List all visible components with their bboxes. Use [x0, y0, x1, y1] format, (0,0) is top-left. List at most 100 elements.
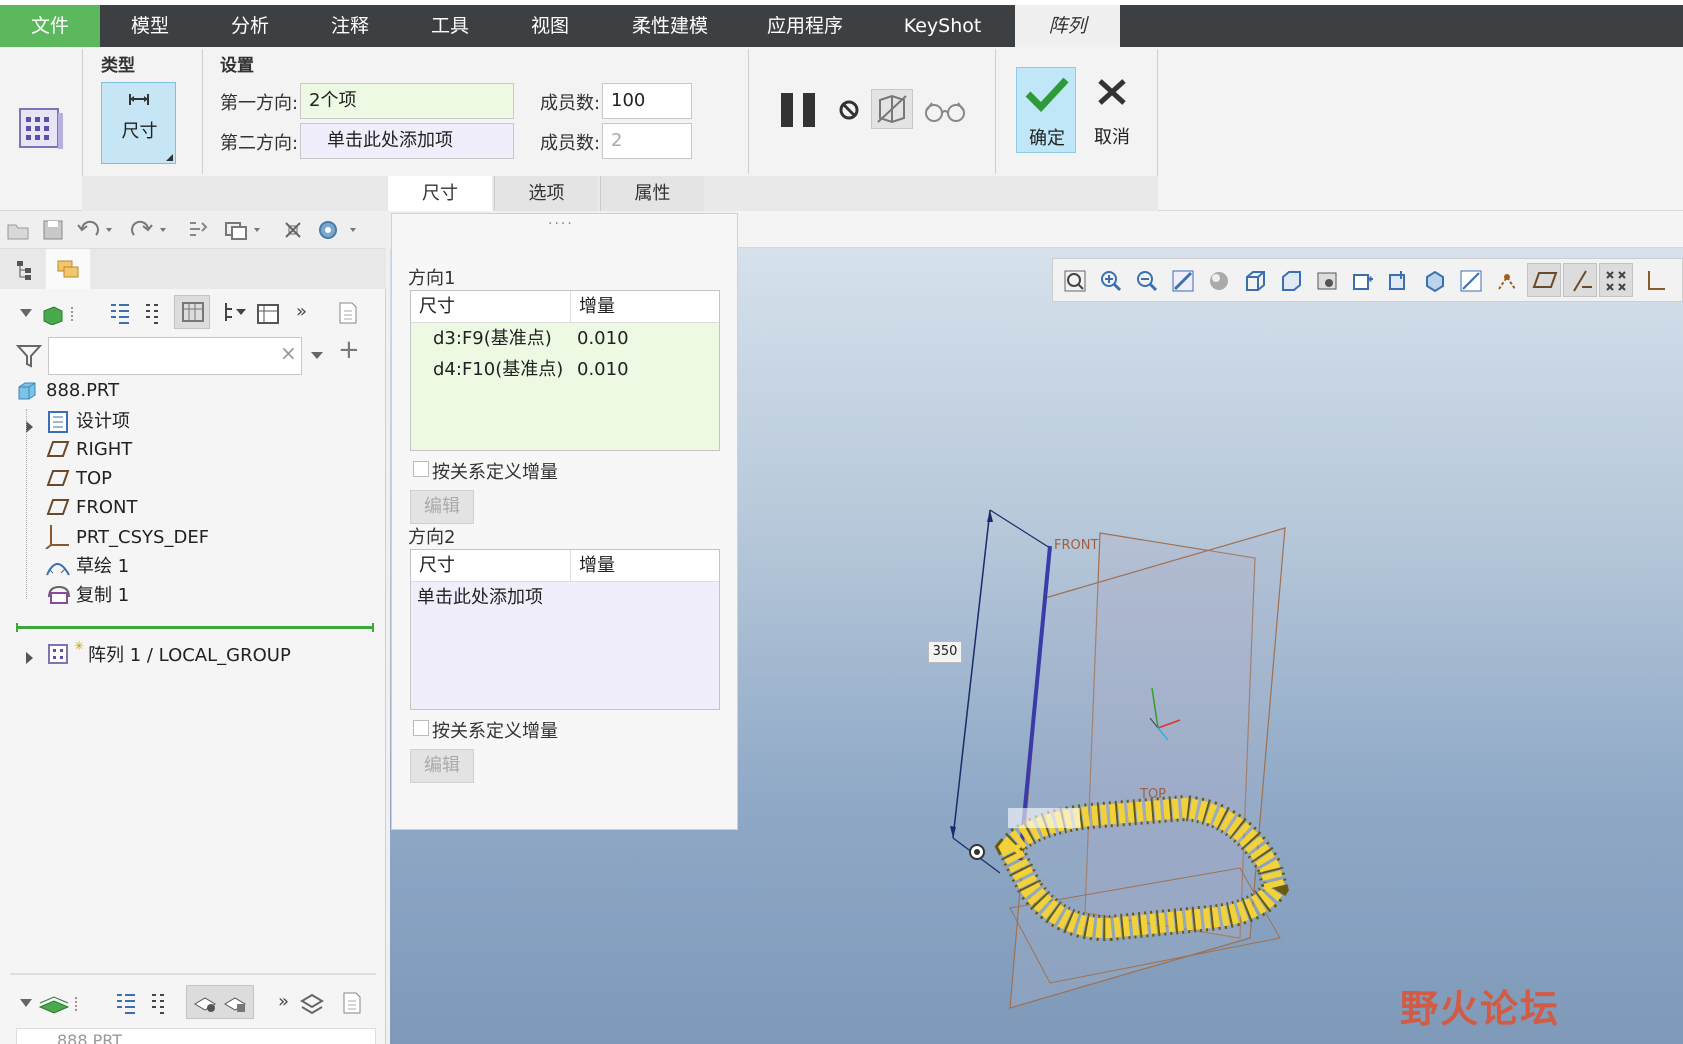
csys-display-icon[interactable] [1643, 269, 1667, 293]
clear-search-icon[interactable]: × [280, 341, 297, 365]
axis-display-toggle[interactable] [1563, 263, 1597, 297]
tree-guide-line [26, 409, 27, 599]
filter-funnel-icon[interactable] [16, 343, 42, 369]
insert-here-marker[interactable] [16, 626, 374, 629]
annotation-display-icon[interactable] [1495, 269, 1519, 293]
regenerate-icon[interactable] [186, 219, 210, 241]
tree-item-front[interactable]: FRONT [76, 494, 138, 522]
first-direction-collector[interactable]: 2个项 [300, 83, 514, 119]
layer-dropdown-icon[interactable] [18, 993, 84, 1015]
geometry-preview-icon[interactable] [871, 89, 913, 129]
windows-icon[interactable] [224, 219, 264, 241]
search-dropdown-icon[interactable] [310, 351, 324, 361]
close-window-icon[interactable] [282, 219, 304, 241]
plane-display-toggle[interactable] [1527, 263, 1561, 297]
more-chevron-icon[interactable]: » [296, 301, 307, 322]
save-icon[interactable] [42, 219, 64, 241]
expand-all-icon[interactable] [108, 301, 132, 325]
tree-columns-icon[interactable] [256, 301, 282, 325]
tree-search-input[interactable] [48, 337, 302, 375]
tree-item-sketch[interactable]: 草绘 1 [76, 553, 129, 581]
menu-flexible-modeling[interactable]: 柔性建模 [600, 5, 740, 47]
ok-button[interactable]: 确定 [1016, 67, 1076, 153]
edit-button-2[interactable]: 编辑 [410, 749, 474, 783]
second-direction-collector[interactable]: 单击此处添加项 [300, 123, 514, 159]
layer-tab[interactable] [46, 249, 90, 289]
pause-icon[interactable] [781, 93, 817, 132]
menu-pattern[interactable]: 阵列 [1015, 5, 1120, 47]
row-increment[interactable]: 0.010 [571, 323, 629, 354]
panel-drag-handle[interactable]: ···· [548, 216, 574, 232]
expand-all-icon[interactable] [114, 991, 138, 1015]
menu-model[interactable]: 模型 [100, 5, 200, 47]
display-style-icon[interactable] [1315, 269, 1339, 293]
saved-orientations-icon[interactable] [1243, 269, 1267, 293]
tree-item-pattern[interactable]: 阵列 1 / LOCAL_GROUP [88, 642, 291, 670]
menu-applications[interactable]: 应用程序 [740, 5, 870, 47]
menu-file[interactable]: 文件 [0, 5, 100, 47]
expand-arrow-icon[interactable] [26, 652, 33, 664]
show-dropdown-icon[interactable] [18, 303, 78, 325]
tree-item-csys[interactable]: PRT_CSYS_DEF [76, 524, 209, 552]
relation-increment-checkbox-1[interactable] [413, 461, 429, 477]
columns-toggle[interactable] [174, 295, 210, 329]
dimension-value-label[interactable]: 350 [928, 641, 962, 663]
tab-properties[interactable]: 属性 [600, 176, 704, 211]
menu-view[interactable]: 视图 [500, 5, 600, 47]
menu-annotate[interactable]: 注释 [300, 5, 400, 47]
more-chevron-icon[interactable]: » [278, 991, 289, 1012]
redo-icon[interactable] [130, 219, 170, 241]
members1-input[interactable]: 100 [602, 83, 692, 119]
add-item-placeholder[interactable]: 单击此处添加项 [411, 582, 543, 613]
datum-planes-display-icon[interactable] [1351, 269, 1375, 293]
zoom-out-icon[interactable] [1135, 269, 1159, 293]
refit-icon[interactable] [1063, 269, 1087, 293]
sketch-view-icon[interactable] [1459, 269, 1483, 293]
no-preview-icon[interactable] [838, 99, 860, 126]
tab-options[interactable]: 选项 [494, 176, 598, 211]
panel-splitter[interactable] [10, 973, 376, 975]
tree-filter-icon[interactable] [222, 301, 248, 325]
tab-dimensions[interactable]: 尺寸 [388, 176, 492, 211]
members2-input[interactable]: 2 [602, 123, 692, 159]
datum-points-display-icon[interactable] [1387, 269, 1411, 293]
edit-button-1[interactable]: 编辑 [410, 490, 474, 524]
shading-icon[interactable] [1207, 269, 1231, 293]
expand-arrow-icon[interactable] [26, 421, 33, 433]
undo-icon[interactable] [76, 219, 116, 241]
layer-list[interactable]: 888.PRT [16, 1028, 376, 1044]
tree-item-copy[interactable]: 复制 1 [76, 582, 129, 610]
table-row[interactable]: d4:F10(基准点) 0.010 [411, 354, 719, 385]
menu-keyshot[interactable]: KeyShot [870, 5, 1015, 47]
direction2-table[interactable]: 尺寸 增量 单击此处添加项 [410, 549, 720, 710]
cancel-button[interactable]: 取消 [1082, 67, 1142, 153]
page-icon[interactable] [340, 991, 364, 1015]
collapse-all-icon[interactable] [142, 301, 162, 325]
row-increment[interactable]: 0.010 [571, 354, 629, 385]
menu-tools[interactable]: 工具 [400, 5, 500, 47]
menu-analysis[interactable]: 分析 [200, 5, 300, 47]
relation-increment-checkbox-2[interactable] [413, 720, 429, 736]
page-icon[interactable] [336, 301, 360, 325]
table-row[interactable]: d3:F9(基准点) 0.010 [411, 323, 719, 354]
direction1-table[interactable]: 尺寸 增量 d3:F9(基准点) 0.010 d4:F10(基准点) 0.010 [410, 290, 720, 451]
layer-visibility-toggle[interactable] [186, 985, 254, 1019]
model-tree-tab-icon[interactable] [14, 259, 36, 281]
open-icon[interactable] [6, 219, 30, 241]
dimension-type-button[interactable]: 尺寸 [101, 82, 176, 164]
insert-marker-end [16, 623, 18, 632]
glasses-icon[interactable] [924, 99, 966, 128]
settings-gear-icon[interactable] [316, 217, 360, 243]
zoom-in-icon[interactable] [1099, 269, 1123, 293]
named-views-icon[interactable] [1279, 269, 1303, 293]
spin-center-icon[interactable] [1423, 269, 1447, 293]
tree-item-right[interactable]: RIGHT [76, 436, 132, 464]
table-row[interactable]: 单击此处添加项 [411, 582, 719, 613]
layer-props-icon[interactable] [300, 991, 326, 1015]
point-display-toggle[interactable] [1599, 263, 1633, 297]
tree-item-design-items[interactable]: 设计项 [76, 408, 130, 436]
tree-item-top[interactable]: TOP [76, 465, 112, 493]
add-filter-icon[interactable]: + [338, 335, 360, 365]
collapse-all-icon[interactable] [148, 991, 168, 1015]
repaint-icon[interactable] [1171, 269, 1195, 293]
